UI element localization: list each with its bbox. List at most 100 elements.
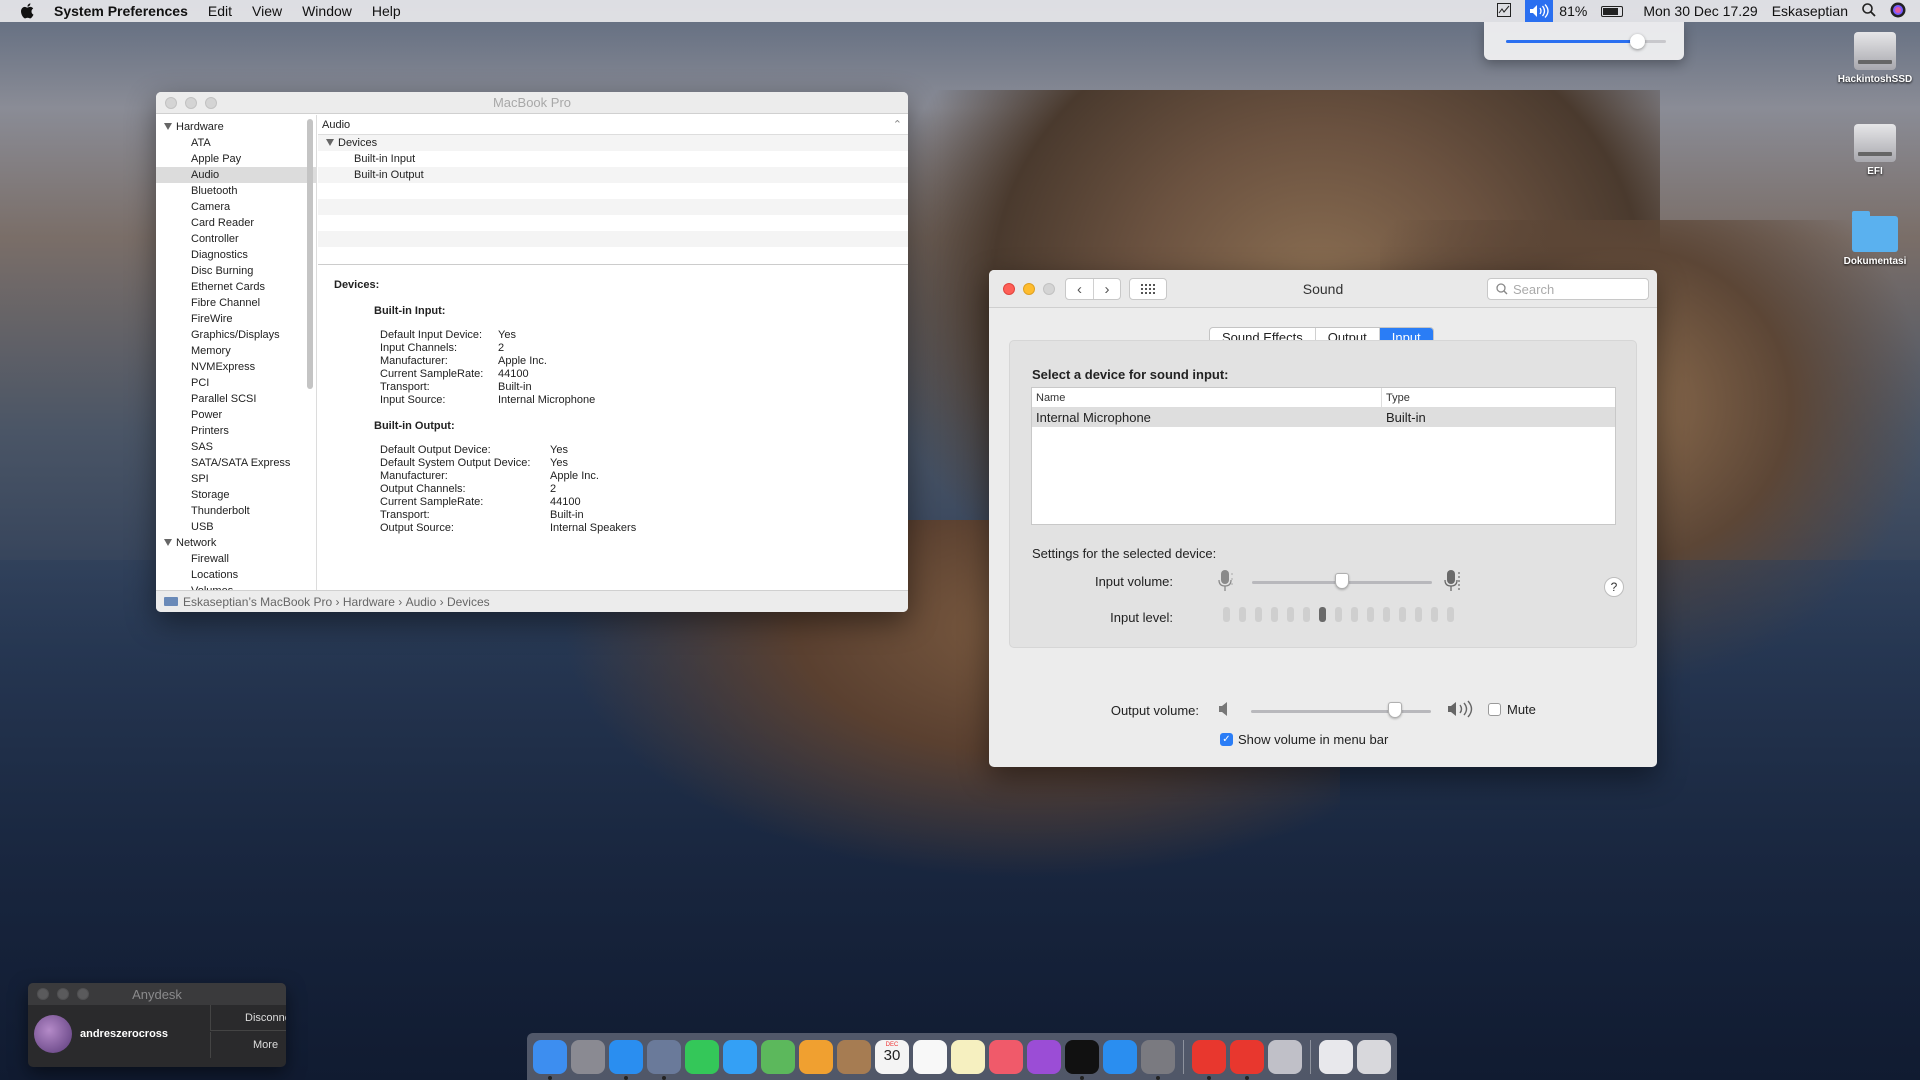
sidebar-item-volumes[interactable]: Volumes xyxy=(156,583,316,590)
dock-anydesk-2-icon[interactable] xyxy=(1230,1039,1264,1080)
menu-help[interactable]: Help xyxy=(372,3,401,19)
dock-system-preferences-icon[interactable] xyxy=(1141,1039,1175,1080)
help-button[interactable]: ? xyxy=(1604,577,1624,597)
device-built-in-input[interactable]: Built-in Input xyxy=(318,151,908,167)
dock-podcasts-icon[interactable] xyxy=(1027,1039,1061,1074)
battery-percent[interactable]: 81% xyxy=(1559,3,1587,19)
apple-menu-icon[interactable] xyxy=(20,3,36,19)
dock-stickies-icon[interactable] xyxy=(951,1039,985,1074)
spotlight-icon[interactable] xyxy=(1862,2,1876,20)
table-row[interactable]: Internal Microphone Built-in xyxy=(1032,408,1615,427)
dock-facetime-icon[interactable] xyxy=(685,1039,719,1074)
sidebar-item-fibre-channel[interactable]: Fibre Channel xyxy=(156,295,316,311)
breadcrumb-computer[interactable]: Eskaseptian’s MacBook Pro xyxy=(183,595,332,609)
output-volume-knob[interactable] xyxy=(1388,702,1402,718)
dock-photos-icon[interactable] xyxy=(799,1039,833,1074)
dock-app-store-icon[interactable] xyxy=(1103,1039,1137,1074)
dock-mail-preview-icon[interactable] xyxy=(647,1039,681,1080)
dock-apple-tv-icon[interactable] xyxy=(1065,1039,1099,1080)
desktop-icon-efi[interactable]: EFI xyxy=(1830,124,1920,177)
sidebar-item-power[interactable]: Power xyxy=(156,407,316,423)
dock-maps-icon[interactable] xyxy=(761,1039,795,1074)
menu-volume-knob[interactable] xyxy=(1630,34,1646,49)
dock-documents-icon[interactable] xyxy=(1319,1039,1353,1074)
sidebar-item-printers[interactable]: Printers xyxy=(156,423,316,439)
sidebar-item-firewall[interactable]: Firewall xyxy=(156,551,316,567)
disclosure-triangle-icon[interactable] xyxy=(326,139,334,146)
sidebar-item-memory[interactable]: Memory xyxy=(156,343,316,359)
menu-volume-slider[interactable] xyxy=(1506,34,1666,49)
menu-user[interactable]: Eskaseptian xyxy=(1772,3,1848,19)
menu-window[interactable]: Window xyxy=(302,3,352,19)
sidebar-item-camera[interactable]: Camera xyxy=(156,199,316,215)
breadcrumb-devices[interactable]: Devices xyxy=(447,595,490,609)
battery-icon[interactable] xyxy=(1601,5,1624,17)
search-field[interactable]: Search xyxy=(1487,278,1649,300)
desktop-icon-dokumentasi[interactable]: Dokumentasi xyxy=(1830,211,1920,267)
disconnect-button[interactable]: Disconnect xyxy=(210,1005,286,1031)
dock-calendar-icon[interactable]: DEC 30 xyxy=(875,1039,909,1074)
sidebar-item-ata[interactable]: ATA xyxy=(156,135,316,151)
sidebar-item-ethernet-cards[interactable]: Ethernet Cards xyxy=(156,279,316,295)
menu-view[interactable]: View xyxy=(252,3,282,19)
sysinfo-titlebar[interactable]: MacBook Pro xyxy=(156,92,908,114)
sidebar-scrollbar[interactable] xyxy=(307,119,313,389)
anydesk-titlebar[interactable]: Anydesk xyxy=(28,983,286,1005)
column-type[interactable]: Type xyxy=(1382,388,1410,407)
volume-menu-icon[interactable] xyxy=(1525,0,1554,22)
sidebar-item-parallel-scsi[interactable]: Parallel SCSI xyxy=(156,391,316,407)
breadcrumb-audio[interactable]: Audio xyxy=(406,595,437,609)
desktop-icon-hackintosh-ssd[interactable]: HackintoshSSD xyxy=(1830,32,1920,85)
sidebar-item-card-reader[interactable]: Card Reader xyxy=(156,215,316,231)
dock-finder-icon[interactable] xyxy=(533,1039,567,1080)
sidebar-item-controller[interactable]: Controller xyxy=(156,231,316,247)
sidebar-item-disc-burning[interactable]: Disc Burning xyxy=(156,263,316,279)
sidebar-item-apple-pay[interactable]: Apple Pay xyxy=(156,151,316,167)
mute-label[interactable]: Mute xyxy=(1507,702,1536,717)
sidebar-item-sas[interactable]: SAS xyxy=(156,439,316,455)
dock-automator-icon[interactable] xyxy=(1268,1039,1302,1074)
device-built-in-output[interactable]: Built-in Output xyxy=(318,167,908,183)
sidebar-item-firewire[interactable]: FireWire xyxy=(156,311,316,327)
siri-icon[interactable] xyxy=(1890,2,1906,21)
device-list-header[interactable]: Audio ⌃ xyxy=(318,115,908,135)
activity-monitor-icon[interactable] xyxy=(1497,2,1512,20)
input-volume-knob[interactable] xyxy=(1335,573,1349,589)
show-volume-checkbox[interactable]: ✓ xyxy=(1220,733,1233,746)
menu-clock[interactable]: Mon 30 Dec 17.29 xyxy=(1643,3,1757,19)
sort-chevron-icon[interactable]: ⌃ xyxy=(893,115,902,135)
dock-notes-brown-icon[interactable] xyxy=(837,1039,871,1074)
disclosure-triangle-icon[interactable] xyxy=(164,123,172,130)
dock-music-icon[interactable] xyxy=(989,1039,1023,1074)
dock-launchpad-icon[interactable] xyxy=(571,1039,605,1074)
sidebar-item-pci[interactable]: PCI xyxy=(156,375,316,391)
dock-anydesk-1-icon[interactable] xyxy=(1192,1039,1226,1080)
sidebar-group-hardware[interactable]: Hardware xyxy=(156,119,316,135)
menu-edit[interactable]: Edit xyxy=(208,3,232,19)
sidebar-item-sata-sata-express[interactable]: SATA/SATA Express xyxy=(156,455,316,471)
sound-titlebar[interactable]: ‹ › Sound Search xyxy=(989,270,1657,308)
sidebar-group-network[interactable]: Network xyxy=(156,535,316,551)
dock-safari-icon[interactable] xyxy=(609,1039,643,1080)
sidebar-item-nvmexpress[interactable]: NVMExpress xyxy=(156,359,316,375)
menu-app-name[interactable]: System Preferences xyxy=(54,3,188,19)
sidebar-item-spi[interactable]: SPI xyxy=(156,471,316,487)
more-button[interactable]: More ⌄ xyxy=(210,1032,286,1067)
sidebar-item-audio[interactable]: Audio xyxy=(156,167,316,183)
show-volume-label[interactable]: Show volume in menu bar xyxy=(1238,732,1388,747)
sidebar-item-diagnostics[interactable]: Diagnostics xyxy=(156,247,316,263)
breadcrumb-hardware[interactable]: Hardware xyxy=(343,595,395,609)
sidebar-item-thunderbolt[interactable]: Thunderbolt xyxy=(156,503,316,519)
column-name[interactable]: Name xyxy=(1032,388,1382,407)
mute-checkbox[interactable] xyxy=(1488,703,1501,716)
sidebar-item-storage[interactable]: Storage xyxy=(156,487,316,503)
sidebar-item-graphics-displays[interactable]: Graphics/Displays xyxy=(156,327,316,343)
dock-trash-icon[interactable] xyxy=(1357,1039,1391,1074)
sidebar-item-locations[interactable]: Locations xyxy=(156,567,316,583)
sidebar-item-bluetooth[interactable]: Bluetooth xyxy=(156,183,316,199)
sidebar-item-usb[interactable]: USB xyxy=(156,519,316,535)
dock-reminders-icon[interactable] xyxy=(913,1039,947,1074)
dock-messages-icon[interactable] xyxy=(723,1039,757,1074)
device-group-devices[interactable]: Devices xyxy=(318,135,908,151)
output-volume-slider[interactable] xyxy=(1251,710,1431,713)
